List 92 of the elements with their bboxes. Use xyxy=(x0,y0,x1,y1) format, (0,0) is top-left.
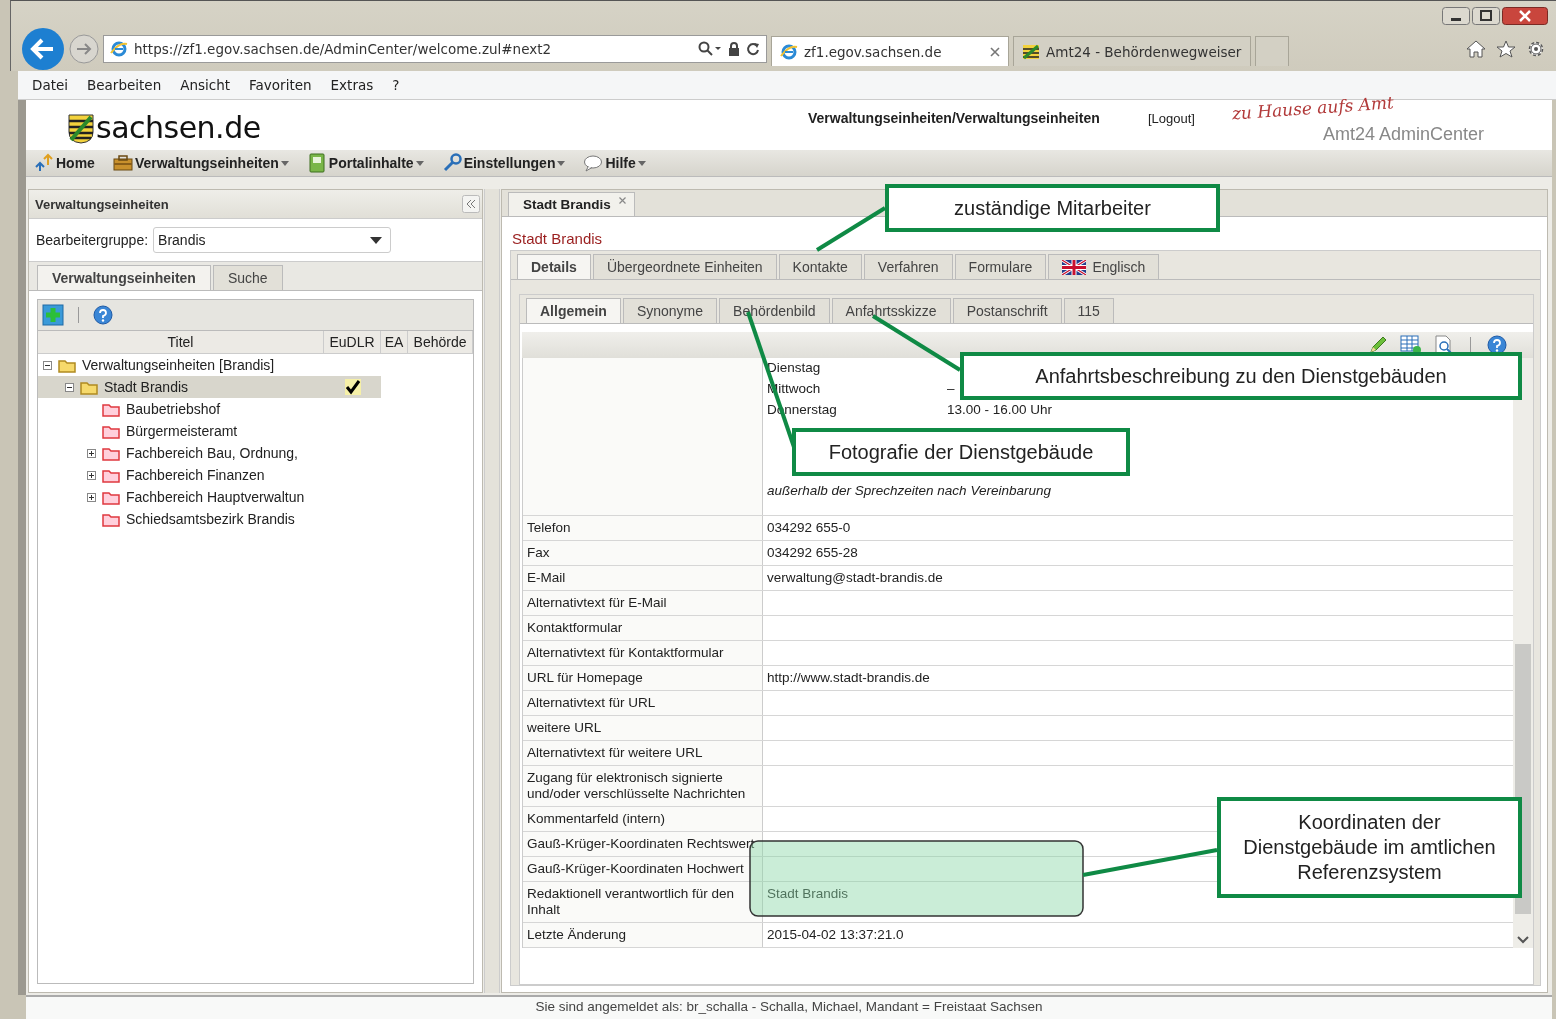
tree-item-label: Baubetriebshof xyxy=(126,401,221,417)
table-cell: Alternativtext für Kontaktformular xyxy=(523,641,763,665)
note-text: außerhalb der Sprechzeiten nach Vereinbarung xyxy=(767,483,1052,499)
table-cell: Zugang für elektronisch signierte und/oder verschlüsselte Nachrichten xyxy=(523,766,763,806)
field-label: Bearbeitergruppe: xyxy=(36,232,149,248)
address-bar[interactable]: https://zf1.egov.sachsen.de/AdminCenter/welcome.zul#next2 xyxy=(103,35,767,63)
tab[interactable]: 115 xyxy=(1063,298,1114,323)
weekday-text: Dienstag xyxy=(767,360,822,376)
table-cell: Gauß-Krüger-Koordinaten Hochwert xyxy=(523,857,763,881)
tab[interactable]: Synonyme xyxy=(622,298,718,323)
tree-row[interactable]: Bürgermeisteramt xyxy=(38,420,381,442)
menu-item[interactable]: Ansicht xyxy=(180,77,231,93)
tab[interactable]: Kontakte xyxy=(778,254,862,279)
table-cell: Alternativtext für weitere URL xyxy=(523,741,763,765)
toolbar-button[interactable]: Home xyxy=(34,153,95,173)
tree-item-label: Fachbereich Hauptverwaltun xyxy=(126,489,305,505)
column-header[interactable]: Behörde xyxy=(408,331,474,353)
tree-row[interactable]: Verwaltungseinheiten [Brandis] xyxy=(38,354,381,376)
page-title: Verwaltungseinheiten/Verwaltungseinheiten xyxy=(808,110,1101,126)
tree-row[interactable]: Schiedsamtsbezirk Brandis xyxy=(38,508,381,530)
callout-tooltip: zuständige Mitarbeiter xyxy=(885,184,1220,232)
table-cell: Gauß-Krüger-Koordinaten Rechtswert xyxy=(523,832,763,856)
document-tab[interactable]: Stadt Brandis xyxy=(508,192,635,216)
group-dropdown[interactable]: Brandis xyxy=(153,227,392,253)
table-cell-text: Stadt Brandis xyxy=(766,885,850,903)
menu-item[interactable]: Bearbeiten xyxy=(87,77,162,93)
menu-item[interactable]: ? xyxy=(392,77,400,93)
status-bar: Sie sind angemeldet als: br_schalla - Schalla, Michael, Mandant = Freistaat Sachsen xyxy=(26,995,1552,1019)
table-cell: URL für Homepage xyxy=(523,666,763,690)
menu-item[interactable]: Extras xyxy=(330,77,374,93)
tree-item-label: Schiedsamtsbezirk Brandis xyxy=(126,511,295,527)
product-name: Amt24 AdminCenter xyxy=(1321,124,1485,145)
tab[interactable]: Behördenbild xyxy=(719,298,830,323)
tree-item-label: Fachbereich Bau, Ordnung, xyxy=(126,445,298,461)
table-cell: Fax xyxy=(523,541,763,565)
column-header[interactable]: EA xyxy=(381,331,408,353)
record-title: Stadt Brandis xyxy=(511,229,604,249)
tree-item-label: Fachbereich Finanzen xyxy=(126,467,265,483)
tab-title: zf1.egov.sachsen.de xyxy=(804,43,943,60)
table-cell: Letzte Änderung xyxy=(523,923,763,947)
column-header[interactable]: EuDLR xyxy=(324,331,381,353)
tab[interactable]: Details xyxy=(517,254,591,279)
tree-item-label: Bürgermeisteramt xyxy=(126,423,238,439)
menu-item[interactable]: Datei xyxy=(32,77,69,93)
table-cell: E-Mail xyxy=(523,566,763,590)
slogan-text: zu Hause aufs Amt xyxy=(1230,91,1396,124)
table-cell: Alternativtext für URL xyxy=(523,691,763,715)
logout-link[interactable]: [Logout] xyxy=(1148,111,1226,126)
table-cell: Alternativtext für E-Mail xyxy=(523,591,763,615)
toolbar-button[interactable]: Verwaltungseinheiten xyxy=(112,153,289,173)
toolbar-button[interactable]: Hilfe xyxy=(583,153,646,173)
callout-tooltip: Fotografie der Dienstgebäude xyxy=(792,428,1130,476)
tab[interactable]: Anfahrtsskizze xyxy=(831,298,951,323)
tab[interactable]: Übergeordnete Einheiten xyxy=(592,254,777,279)
browser-tab[interactable]: Amt24 - Behördenwegweiser xyxy=(1013,36,1251,66)
table-cell: Telefon xyxy=(523,516,763,540)
table-cell: weitere URL xyxy=(523,716,763,740)
callout-tooltip: Anfahrtsbeschreibung zu den Dienstgebäuden xyxy=(960,352,1522,400)
tab[interactable]: Formulare xyxy=(954,254,1047,279)
table-cell: Redaktionell verantwortlich für den Inhalt xyxy=(523,882,763,922)
tab[interactable]: Postanschrift xyxy=(952,298,1062,323)
tab[interactable]: Suche xyxy=(212,265,283,290)
menu-item[interactable]: Favoriten xyxy=(249,77,312,93)
tab[interactable]: Verfahren xyxy=(863,254,953,279)
column-header[interactable]: Titel xyxy=(38,331,324,353)
table-cell-text: 2015-04-02 13:37:21.0 xyxy=(766,926,905,944)
tree-item-label: Stadt Brandis xyxy=(104,379,189,395)
toolbar-button[interactable]: Einstellungen xyxy=(441,153,566,173)
table-cell-text: verwaltung@stadt-brandis.de xyxy=(766,569,944,587)
hours-text: – xyxy=(947,381,956,397)
panel-title: Verwaltungseinheiten xyxy=(35,196,169,212)
tree-row[interactable]: Stadt Brandis xyxy=(38,376,381,398)
tab[interactable]: Englisch xyxy=(1048,254,1160,279)
table-cell-text: http://www.stadt-brandis.de xyxy=(766,669,931,687)
table-cell-text: 034292 655-28 xyxy=(766,544,859,562)
table-cell-text: 034292 655-0 xyxy=(766,519,852,537)
toolbar-button[interactable]: Portalinhalte xyxy=(306,153,424,173)
logo-text: sachsen.de xyxy=(96,112,261,144)
tab-title: Amt24 - Behördenwegweiser xyxy=(1046,43,1242,60)
tab[interactable]: Allgemein xyxy=(526,298,621,323)
tree-row[interactable]: Fachbereich Bau, Ordnung, xyxy=(38,442,381,464)
tree-row[interactable]: Fachbereich Hauptverwaltun xyxy=(38,486,381,508)
table-cell: Kommentarfeld (intern) xyxy=(523,807,763,831)
tree-row[interactable]: Fachbereich Finanzen xyxy=(38,464,381,486)
tab[interactable]: Verwaltungseinheiten xyxy=(37,265,211,290)
callout-tooltip: Koordinaten der Dienstgebäude im amtlichen Referenzsystem xyxy=(1217,797,1522,898)
url-text: https://zf1.egov.sachsen.de/AdminCenter/welcome.zul#next2 xyxy=(134,41,553,57)
tree-row[interactable]: Baubetriebshof xyxy=(38,398,381,420)
tree-item-label: Verwaltungseinheiten [Brandis] xyxy=(82,357,275,373)
table-cell: Kontaktformular xyxy=(523,616,763,640)
browser-tab[interactable]: zf1.egov.sachsen.de xyxy=(771,36,1009,66)
hours-text: 13.00 - 16.00 Uhr xyxy=(947,402,1054,418)
